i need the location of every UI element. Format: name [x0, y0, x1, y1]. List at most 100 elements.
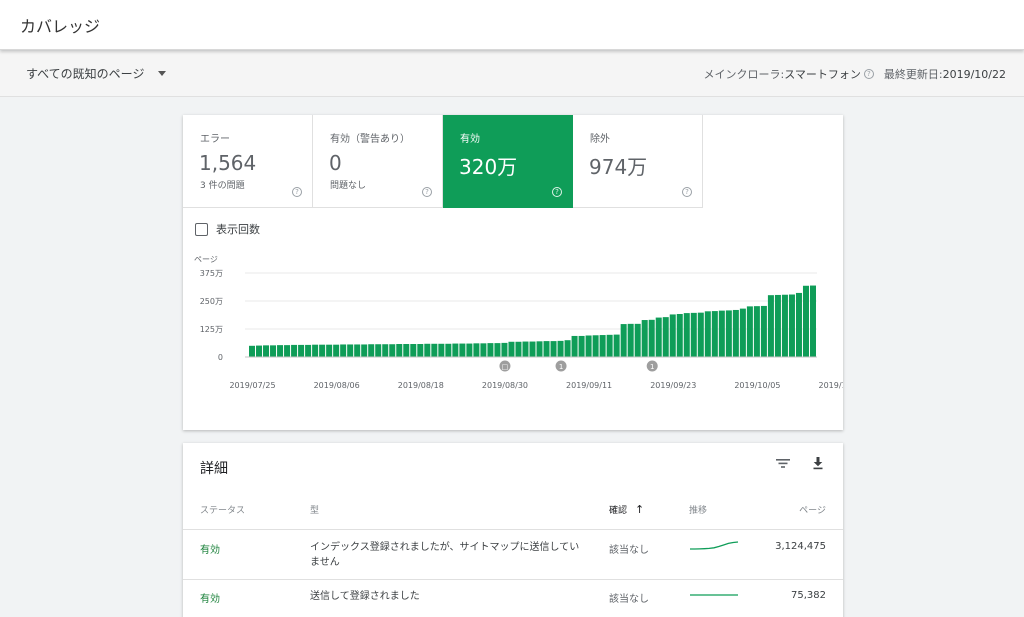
help-icon[interactable]: ? — [863, 69, 874, 79]
bar — [368, 344, 375, 357]
x-tick-label: 2019/09/23 — [650, 381, 696, 390]
bar — [529, 341, 536, 357]
table-row[interactable]: 有効 インデックス登録されましたが、サイトマップに送信していません 該当なし 3… — [183, 529, 843, 579]
help-icon[interactable]: ? — [292, 187, 302, 197]
tile-valid-with-warnings[interactable]: 有効（警告あり） 0 問題なし ? — [313, 115, 443, 208]
bar — [725, 310, 732, 357]
bar — [333, 344, 340, 357]
filter-icon[interactable] — [775, 455, 791, 471]
bar — [445, 343, 452, 357]
bar — [739, 308, 746, 357]
help-icon[interactable]: ? — [552, 187, 562, 197]
bar — [564, 340, 571, 357]
help-icon[interactable]: ? — [422, 187, 432, 197]
row-pages: 3,124,475 — [775, 541, 826, 552]
tile-excluded[interactable]: 除外 974万 ? — [573, 115, 703, 208]
bar — [326, 344, 333, 357]
bar — [396, 344, 403, 357]
bar — [382, 344, 389, 357]
bar — [487, 343, 494, 357]
bar — [634, 323, 641, 357]
bar — [508, 341, 515, 357]
bar — [452, 343, 459, 357]
page-filter-label: すべての既知のページ — [26, 67, 145, 81]
crawl-meta: メインクローラ: スマートフォン ? 最終更新日: 2019/10/22 — [703, 66, 1006, 82]
updated-label: 最終更新日: — [883, 68, 943, 81]
bar — [466, 343, 473, 357]
download-icon[interactable] — [810, 455, 826, 471]
bar — [417, 344, 424, 357]
y-tick-label: 375万 — [200, 269, 223, 278]
bar — [298, 344, 305, 357]
bar — [613, 334, 620, 357]
column-header-verify[interactable]: 確認 ↑ — [609, 503, 644, 516]
bar — [676, 313, 683, 357]
column-header-pages[interactable]: ページ — [799, 503, 826, 516]
bar — [354, 344, 361, 357]
row-pages: 75,382 — [791, 590, 826, 601]
tile-value: 320万 — [459, 155, 518, 179]
tile-valid[interactable]: 有効 320万 ? — [443, 115, 573, 208]
page-filter-dropdown[interactable]: すべての既知のページ — [26, 65, 167, 82]
x-tick-label: 2019/07/25 — [229, 381, 275, 390]
bar — [410, 344, 417, 357]
updated-value: 2019/10/22 — [942, 67, 1006, 81]
tile-value: 0 — [329, 151, 342, 175]
bar — [711, 311, 718, 357]
tile-subtext: 3 件の問題 — [200, 181, 245, 191]
bar — [319, 344, 326, 357]
bar — [424, 343, 431, 357]
table-row[interactable]: 有効 送信して登録されました 該当なし 75,382 — [183, 579, 843, 617]
column-header-type[interactable]: 型 — [310, 503, 319, 516]
bar — [781, 294, 788, 357]
bar — [305, 344, 312, 357]
crawler-value: スマートフォン — [784, 68, 861, 81]
bar — [249, 345, 256, 357]
row-type: 送信して登録されました — [310, 591, 420, 602]
bar — [704, 311, 711, 357]
bar — [795, 292, 802, 357]
bar — [312, 344, 319, 357]
bar — [256, 345, 263, 357]
bar — [662, 317, 669, 357]
bar — [760, 305, 767, 357]
bar — [291, 344, 298, 357]
bar — [543, 341, 550, 357]
tile-value: 974万 — [589, 155, 648, 179]
impressions-label: 表示回数 — [216, 223, 260, 236]
bar — [375, 344, 382, 357]
row-verify: 該当なし — [609, 545, 649, 556]
y-tick-label: 0 — [218, 353, 223, 362]
column-header-verify-label: 確認 — [609, 506, 628, 516]
bar — [347, 344, 354, 357]
bar — [578, 335, 585, 357]
bar — [459, 343, 466, 357]
coverage-chart-card: エラー 1,564 3 件の問題 ? 有効（警告あり） 0 問題なし ? 有効 … — [183, 115, 843, 430]
bar — [557, 340, 564, 357]
tile-error[interactable]: エラー 1,564 3 件の問題 ? — [183, 115, 313, 208]
help-icon[interactable]: ? — [682, 187, 692, 197]
y-tick-label: 250万 — [200, 297, 223, 306]
row-trend-sparkline — [690, 594, 738, 596]
bar — [641, 320, 648, 357]
bar — [592, 335, 599, 357]
bar — [522, 341, 529, 357]
bar — [599, 335, 606, 357]
impressions-checkbox[interactable] — [195, 222, 208, 236]
bar — [683, 313, 690, 357]
bar — [802, 285, 809, 357]
y-axis-label: ページ — [194, 255, 218, 264]
bar — [473, 343, 480, 357]
bar — [536, 341, 543, 357]
bar — [788, 294, 795, 357]
bar — [277, 345, 284, 357]
bar — [697, 312, 704, 357]
impressions-toggle[interactable]: 表示回数 — [195, 221, 260, 237]
x-tick-label: 2019/09/11 — [566, 381, 612, 390]
column-header-trend[interactable]: 推移 — [689, 503, 707, 516]
y-tick-label: 125万 — [200, 325, 223, 334]
details-title: 詳細 — [200, 461, 228, 477]
bar — [606, 334, 613, 357]
column-header-status[interactable]: ステータス — [200, 503, 245, 516]
bar — [270, 345, 277, 357]
